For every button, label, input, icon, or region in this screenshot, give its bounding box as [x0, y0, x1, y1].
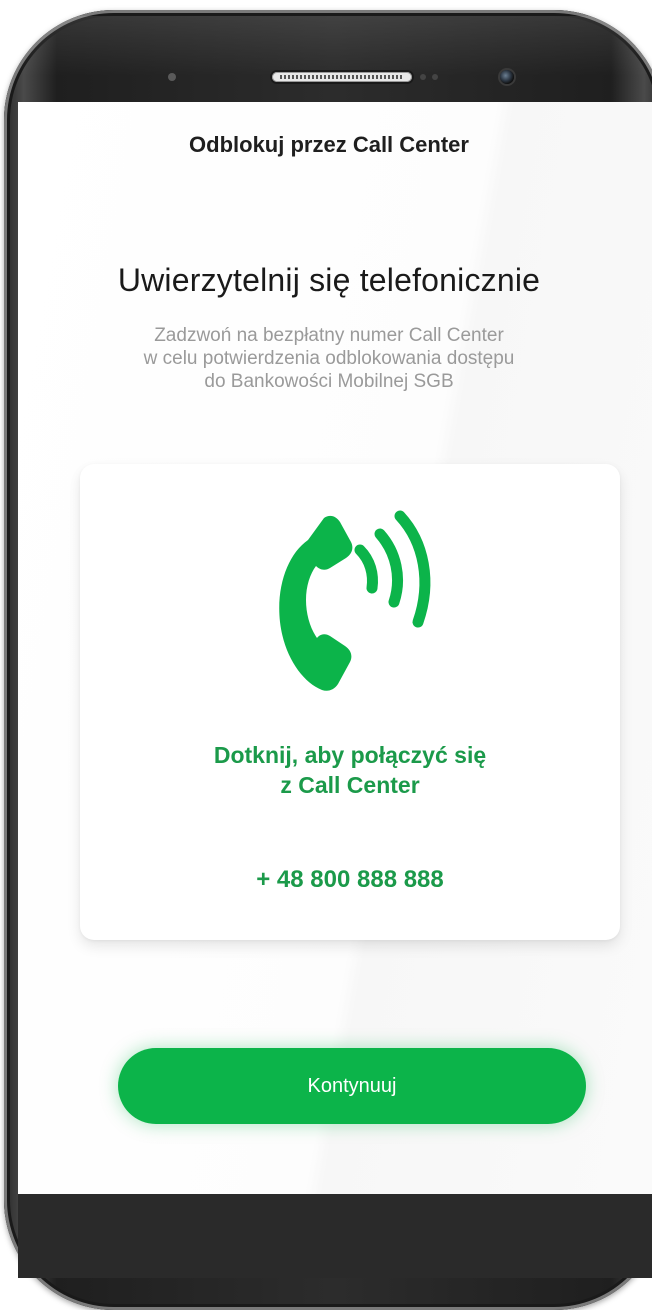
cta-line: Dotknij, aby połączyć się — [213, 742, 487, 768]
continue-button[interactable]: Kontynuuj — [118, 1048, 586, 1124]
auth-headline: Uwierzytelnij się telefonicznie — [117, 262, 541, 298]
sensor-dot — [432, 74, 438, 80]
front-camera-icon — [500, 70, 514, 84]
phone-frame-highlight — [14, 16, 652, 76]
sensor-dot — [420, 74, 426, 80]
proximity-sensor-dot — [168, 73, 176, 81]
phone-bottom-bezel — [18, 1194, 652, 1278]
description-line: do Bankowości Mobilnej SGB — [204, 371, 454, 392]
call-center-cta[interactable]: Dotknij, aby połączyć się z Call Center — [80, 740, 620, 800]
description-line: w celu potwierdzenia odblokowania dostęp… — [143, 348, 515, 369]
page-title: Odblokuj przez Call Center — [189, 132, 469, 157]
description-line: Zadzwoń na bezpłatny numer Call Center — [154, 325, 504, 346]
call-center-card[interactable]: Dotknij, aby połączyć się z Call Center … — [80, 464, 620, 940]
cta-line: z Call Center — [280, 772, 420, 798]
earpiece-speaker — [272, 72, 412, 82]
app-screen: Odblokuj przez Call Center Uwierzytelnij… — [18, 102, 652, 1194]
auth-description: Zadzwoń na bezpłatny numer Call Center w… — [58, 324, 600, 393]
phone-call-icon — [279, 510, 431, 691]
call-center-phone-number[interactable]: + 48 800 888 888 — [80, 866, 620, 894]
